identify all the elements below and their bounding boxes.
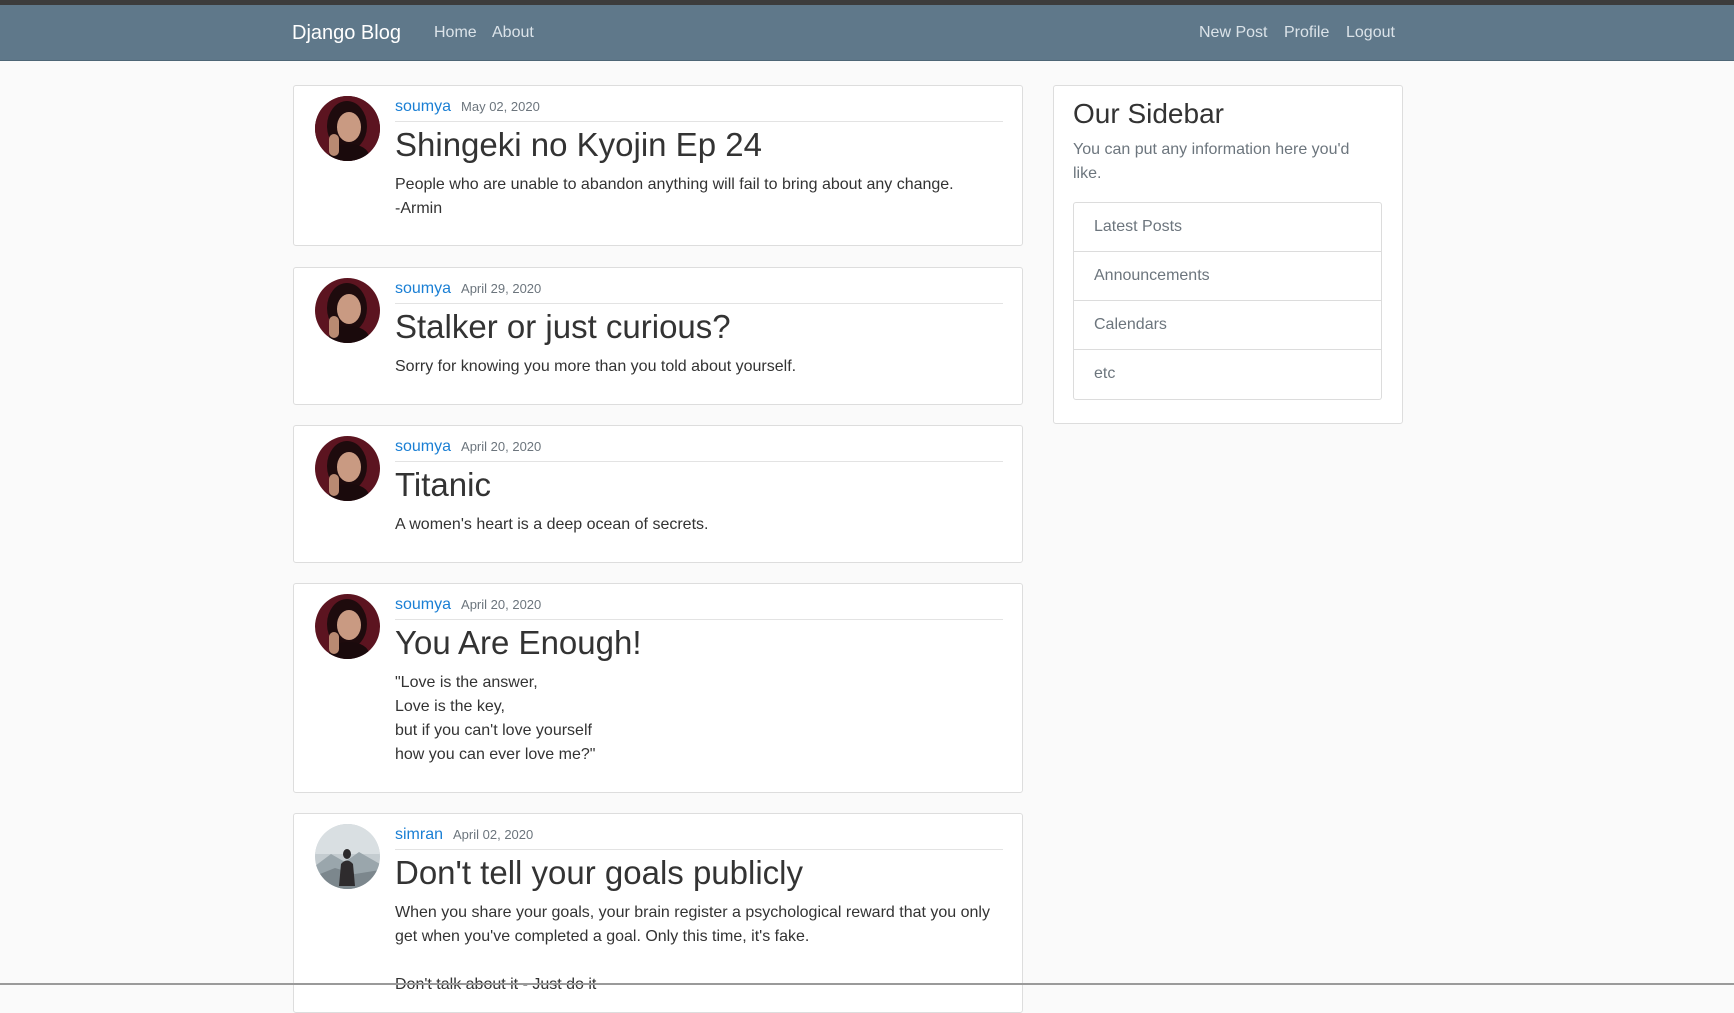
author-avatar[interactable] [315, 436, 380, 501]
post-content-line: A women's heart is a deep ocean of secre… [395, 516, 709, 533]
post-title[interactable]: Titanic [395, 466, 491, 504]
post-meta: soumya May 02, 2020 [395, 98, 1003, 122]
post-content-line: -Armin [395, 200, 443, 217]
sidebar-item-announcements[interactable]: Announcements [1074, 252, 1381, 301]
post-card: soumya April 20, 2020 Titanic A women's h… [293, 425, 1023, 563]
post-date: April 20, 2020 [461, 439, 542, 454]
post-content-line: Don't talk about it - Just do it [395, 973, 1005, 997]
author-link[interactable]: simran [395, 826, 443, 843]
nav-about-link[interactable]: About [492, 24, 534, 42]
author-avatar[interactable] [315, 594, 380, 659]
post-card: soumya April 29, 2020 Stalker or just cur… [293, 267, 1023, 405]
nav-profile-link[interactable]: Profile [1284, 24, 1329, 42]
navbar: Django Blog Home About New Post Profile … [0, 5, 1734, 61]
sidebar-list: Latest Posts Announcements Calendars etc [1073, 202, 1382, 400]
post-content-line: People who are unable to abandon anythin… [395, 176, 954, 193]
sidebar-item-calendars[interactable]: Calendars [1074, 301, 1381, 350]
author-link[interactable]: soumya [395, 596, 451, 613]
sidebar-description: You can put any information here you'd l… [1073, 141, 1350, 182]
post-meta: simran April 02, 2020 [395, 826, 1003, 850]
post-title[interactable]: Don't tell your goals publicly [395, 854, 803, 892]
post-content-line: When you share your goals, your brain re… [395, 904, 990, 921]
post-content: People who are unable to abandon anythin… [395, 173, 1005, 221]
post-title[interactable]: You Are Enough! [395, 624, 642, 662]
post-date: April 20, 2020 [461, 597, 542, 612]
post-meta: soumya April 20, 2020 [395, 596, 1003, 620]
author-avatar[interactable] [315, 824, 380, 889]
post-date: April 02, 2020 [453, 827, 534, 842]
nav-new-post-link[interactable]: New Post [1199, 24, 1267, 42]
post-meta: soumya April 20, 2020 [395, 438, 1003, 462]
post-title[interactable]: Shingeki no Kyojin Ep 24 [395, 126, 762, 164]
post-title[interactable]: Stalker or just curious? [395, 308, 731, 346]
post-meta: soumya April 29, 2020 [395, 280, 1003, 304]
sidebar-title: Our Sidebar [1073, 98, 1224, 129]
post-content-line: "Love is the answer, [395, 674, 538, 691]
author-link[interactable]: soumya [395, 280, 451, 297]
post-content: Sorry for knowing you more than you told… [395, 355, 1005, 379]
post-content-line: get when you've completed a goal. Only t… [395, 928, 810, 945]
nav-logout-link[interactable]: Logout [1346, 24, 1395, 42]
post-content: "Love is the answer, Love is the key, bu… [395, 671, 1005, 767]
nav-home-link[interactable]: Home [434, 24, 477, 42]
post-content-line: Love is the key, [395, 698, 505, 715]
author-link[interactable]: soumya [395, 438, 451, 455]
post-content-line: Sorry for knowing you more than you told… [395, 358, 797, 375]
sidebar-item-latest-posts[interactable]: Latest Posts [1074, 203, 1381, 252]
brand-link[interactable]: Django Blog [292, 22, 401, 45]
post-card: soumya April 20, 2020 You Are Enough! "Lo… [293, 583, 1023, 793]
author-link[interactable]: soumya [395, 98, 451, 115]
post-card: soumya May 02, 2020 Shingeki no Kyojin Ep… [293, 85, 1023, 246]
post-date: April 29, 2020 [461, 281, 542, 296]
author-avatar[interactable] [315, 96, 380, 161]
post-date: May 02, 2020 [461, 99, 540, 114]
author-avatar[interactable] [315, 278, 380, 343]
post-content-line: but if you can't love yourself [395, 722, 592, 739]
sidebar-item-etc[interactable]: etc [1074, 350, 1381, 399]
post-content: A women's heart is a deep ocean of secre… [395, 513, 1005, 537]
sidebar: Our Sidebar You can put any information … [1053, 85, 1403, 424]
post-content-line [395, 949, 1005, 973]
post-content-line: how you can ever love me?" [395, 746, 596, 763]
